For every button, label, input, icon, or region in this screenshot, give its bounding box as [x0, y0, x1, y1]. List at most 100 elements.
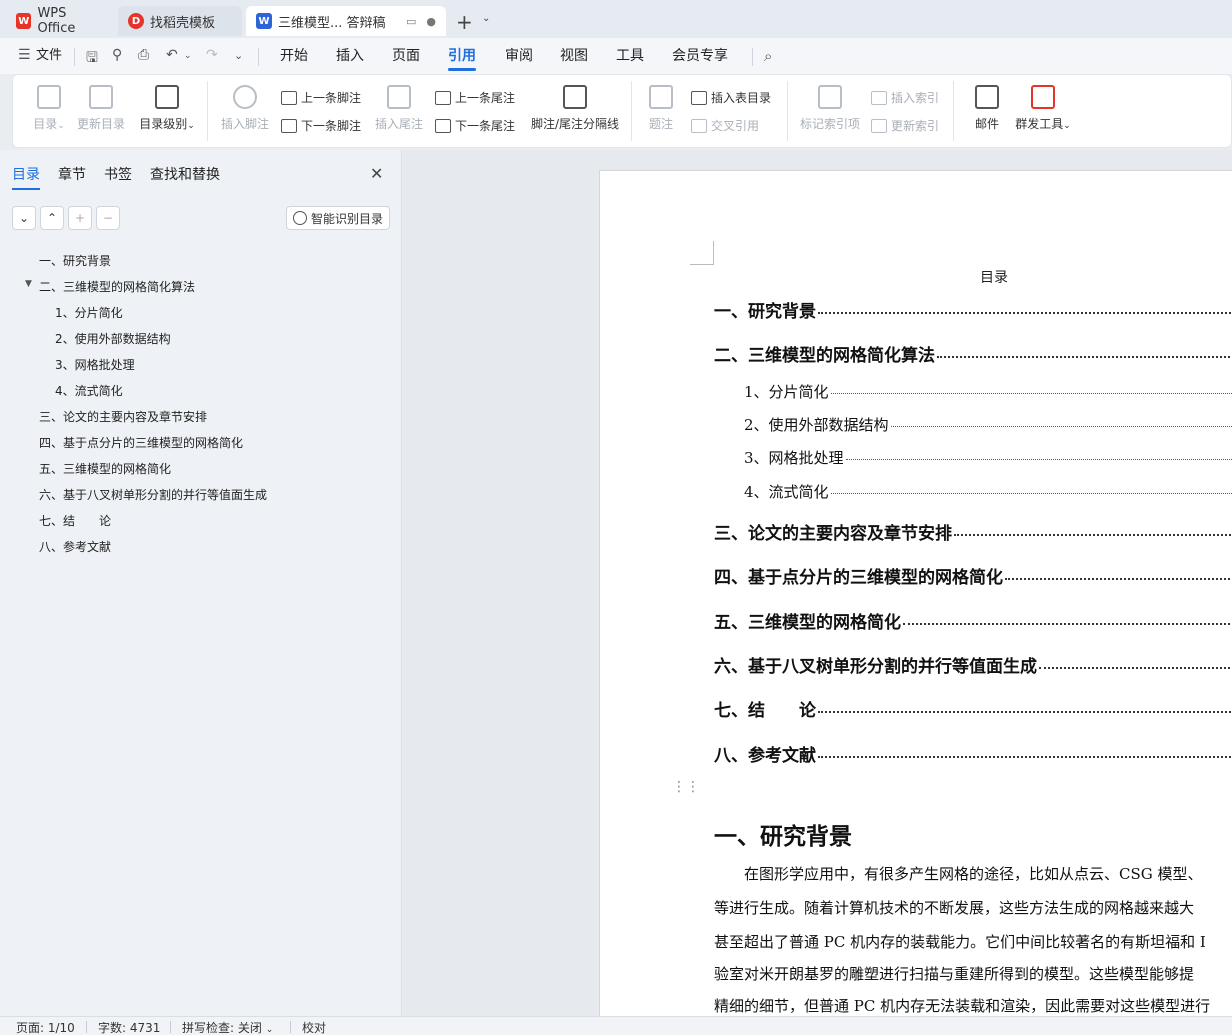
document-page[interactable]: 目录 一、研究背景 二、三维模型的网格简化算法 1、分片简化 2、使用外部数据结…	[599, 170, 1232, 1016]
toc-entry-text: 1、分片简化	[744, 383, 829, 401]
leader-dots	[830, 393, 1232, 394]
leader-dots	[830, 493, 1232, 494]
insert-index-button[interactable]: 插入索引	[871, 89, 939, 106]
close-icon[interactable]: ✕	[370, 164, 383, 183]
toc-entry[interactable]: 八、参考文献	[714, 741, 1232, 766]
cross-ref-icon	[691, 118, 707, 133]
menu-insert[interactable]: 插入	[336, 38, 364, 74]
menu-file[interactable]: 文件	[36, 38, 62, 74]
leader-dots	[1039, 667, 1232, 669]
outline-item[interactable]: 八、参考文献	[39, 538, 111, 555]
toc-entry[interactable]: 1、分片简化	[744, 381, 1232, 402]
panel-tab-bookmarks[interactable]: 书签	[104, 164, 132, 184]
redo-icon[interactable]: ↷	[206, 47, 218, 63]
prev-endnote-button[interactable]: 上一条尾注	[435, 89, 515, 106]
toc-label: 目录	[33, 117, 58, 131]
outline-item[interactable]: 一、研究背景	[39, 252, 111, 269]
insert-index-label: 插入索引	[891, 91, 940, 105]
spell-check-toggle[interactable]: 拼写检查: 关闭 ⌄	[182, 1019, 273, 1035]
menu-page[interactable]: 页面	[392, 38, 420, 74]
undo-icon[interactable]: ↶	[166, 47, 178, 63]
caption-button[interactable]: 题注	[631, 85, 691, 132]
update-toc-icon	[89, 85, 113, 109]
insert-endnote-label: 插入尾注	[374, 117, 423, 131]
outline-item[interactable]: 四、基于点分片的三维模型的网格简化	[39, 434, 243, 451]
outline-item[interactable]: 1、分片简化	[55, 304, 123, 321]
toc-entry[interactable]: 三、论文的主要内容及章节安排	[714, 519, 1232, 544]
smart-toc-button[interactable]: 智能识别目录	[286, 206, 390, 230]
search-icon[interactable]: ⌕	[764, 47, 772, 65]
next-endnote-button[interactable]: 下一条尾注	[435, 117, 515, 134]
toc-entry[interactable]: 3、网格批处理	[744, 447, 1232, 468]
more-chevron-icon[interactable]: ⌄	[234, 49, 243, 62]
menu-tools[interactable]: 工具	[616, 38, 644, 74]
toc-entry[interactable]: 五、三维模型的网格简化	[714, 608, 1232, 633]
proofread-button[interactable]: 校对	[302, 1019, 326, 1035]
outline-item[interactable]: 3、网格批处理	[55, 356, 135, 373]
outline-item[interactable]: 三、论文的主要内容及章节安排	[39, 408, 207, 425]
mass-mail-icon	[1031, 85, 1055, 109]
toc-entry[interactable]: 4、流式简化	[744, 481, 1232, 502]
toc-button[interactable]: 目录⌄	[19, 85, 79, 132]
panel-tab-toc[interactable]: 目录	[12, 164, 40, 190]
page-indicator[interactable]: 页面: 1/10	[16, 1019, 75, 1035]
insert-table-toc-button[interactable]: 插入表目录	[691, 89, 771, 106]
insert-endnote-button[interactable]: 插入尾注	[369, 85, 429, 132]
collapse-up-icon[interactable]: ⌃	[40, 206, 64, 230]
document-canvas: 目录 一、研究背景 二、三维模型的网格简化算法 1、分片简化 2、使用外部数据结…	[403, 150, 1232, 1016]
menu-view[interactable]: 视图	[560, 38, 588, 74]
hamburger-menu-icon[interactable]: ☰	[18, 47, 31, 63]
toc-entry[interactable]: 七、结 论	[714, 696, 1232, 721]
drag-handle-icon[interactable]: ⋮⋮	[672, 779, 700, 795]
outline-item[interactable]: 4、流式简化	[55, 382, 123, 399]
save-icon[interactable]: 🖫	[86, 47, 98, 71]
menu-start[interactable]: 开始	[280, 38, 308, 74]
leader-dots	[818, 756, 1232, 758]
outline-item[interactable]: 六、基于八叉树单形分割的并行等值面生成	[39, 486, 267, 503]
mass-tools-button[interactable]: 群发工具⌄	[1009, 85, 1077, 132]
insert-footnote-button[interactable]: 插入脚注	[215, 85, 275, 132]
monitor-icon[interactable]: ▭	[406, 15, 416, 28]
toc-entry[interactable]: 二、三维模型的网格简化算法	[714, 341, 1232, 366]
toc-entry[interactable]: 一、研究背景	[714, 297, 1232, 322]
tab-daoke-templates[interactable]: D 找稻壳模板	[118, 6, 242, 36]
toc-entry-text: 一、研究背景	[714, 302, 816, 322]
next-footnote-button[interactable]: 下一条脚注	[281, 117, 361, 134]
outline-item[interactable]: 七、结 论	[39, 512, 111, 529]
divider	[290, 1021, 291, 1033]
expand-down-icon[interactable]: ⌄	[12, 206, 36, 230]
toc-entry[interactable]: 六、基于八叉树单形分割的并行等值面生成	[714, 652, 1232, 677]
outline-item[interactable]: 五、三维模型的网格简化	[39, 460, 171, 477]
caret-down-icon[interactable]: ▼	[25, 279, 32, 289]
prev-footnote-button[interactable]: 上一条脚注	[281, 89, 361, 106]
menu-member[interactable]: 会员专享	[672, 38, 728, 74]
tab-wps-office[interactable]: W WPS Office	[6, 6, 116, 36]
mail-button[interactable]: 邮件	[957, 85, 1017, 132]
toc-entry-text: 2、使用外部数据结构	[744, 416, 889, 434]
update-index-button[interactable]: 更新索引	[871, 117, 939, 134]
toc-entry[interactable]: 四、基于点分片的三维模型的网格简化	[714, 563, 1232, 588]
tab-document[interactable]: W 三维模型... 答辩稿 ▭ ●	[246, 6, 446, 36]
update-toc-button[interactable]: 更新目录	[71, 85, 131, 132]
panel-tab-find-replace[interactable]: 查找和替换	[150, 164, 220, 184]
link-icon[interactable]: ⚲	[112, 47, 122, 63]
new-tab-plus-icon[interactable]: +	[456, 10, 473, 34]
menu-references[interactable]: 引用	[448, 38, 476, 74]
panel-tab-sections[interactable]: 章节	[58, 164, 86, 184]
toc-level-button[interactable]: 目录级别⌄	[133, 85, 201, 132]
footnote-separator-button[interactable]: 脚注/尾注分隔线	[527, 85, 623, 132]
outline-item[interactable]: 2、使用外部数据结构	[55, 330, 171, 347]
toc-entry[interactable]: 2、使用外部数据结构	[744, 414, 1232, 435]
cross-reference-button[interactable]: 交叉引用	[691, 117, 759, 134]
mark-index-button[interactable]: 标记索引项	[795, 85, 865, 132]
print-preview-icon[interactable]: ⎙	[138, 47, 149, 63]
chevron-down-icon[interactable]: ⌄	[482, 13, 490, 24]
outline-item[interactable]: 二、三维模型的网格简化算法	[39, 278, 195, 295]
undo-caret-icon[interactable]: ⌄	[184, 51, 192, 61]
add-icon[interactable]: +	[68, 206, 92, 230]
word-count[interactable]: 字数: 4731	[98, 1019, 160, 1035]
divider	[74, 48, 75, 66]
remove-icon[interactable]: −	[96, 206, 120, 230]
unsaved-dot-icon[interactable]: ●	[426, 15, 436, 28]
menu-review[interactable]: 审阅	[505, 38, 533, 74]
